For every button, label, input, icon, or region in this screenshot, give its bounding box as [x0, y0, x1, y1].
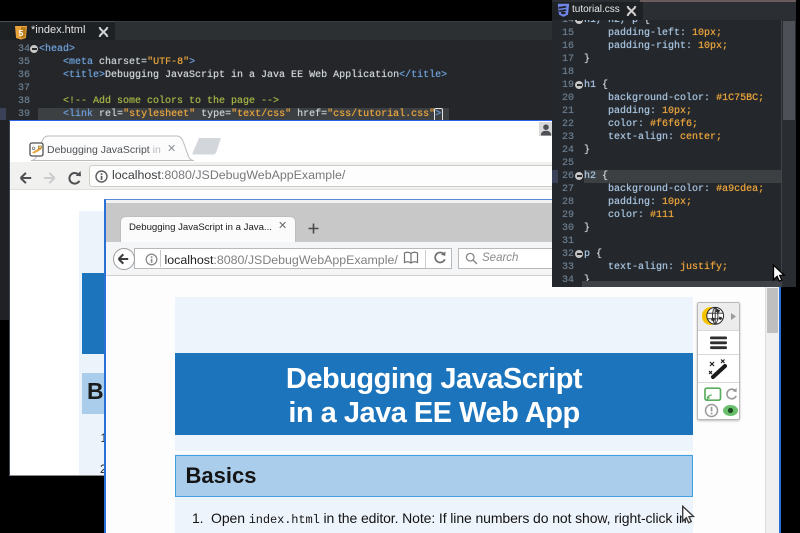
svg-text:5: 5	[19, 28, 24, 38]
